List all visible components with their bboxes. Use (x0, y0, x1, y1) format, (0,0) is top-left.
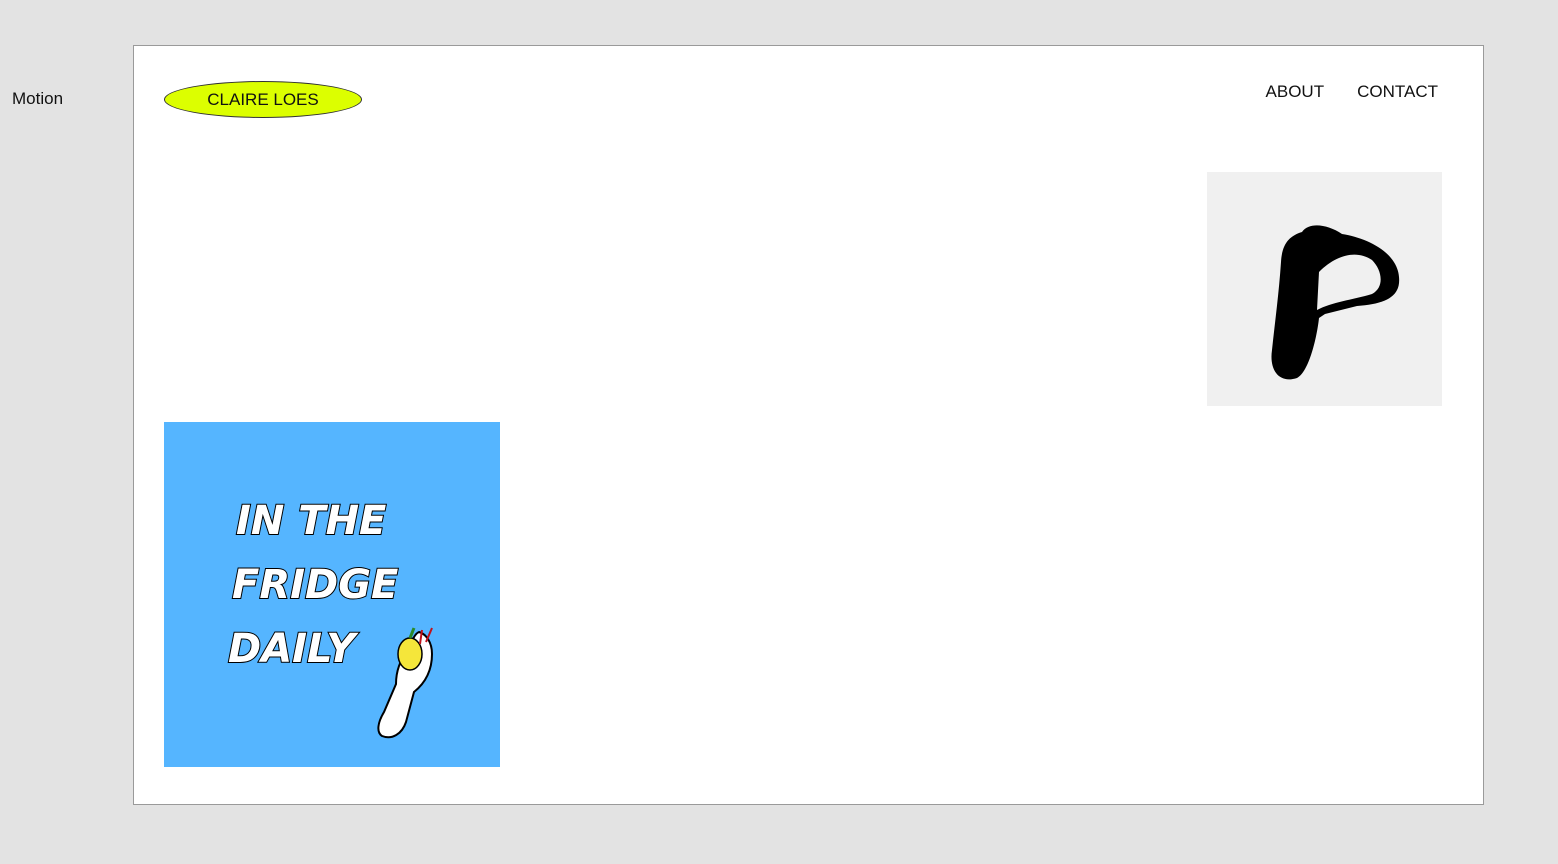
logo-button[interactable]: CLAIRE LOES (164, 81, 362, 118)
svg-text:FRIDGE: FRIDGE (232, 562, 398, 608)
sidebar-label-motion[interactable]: Motion (12, 89, 63, 109)
hand-drawn-p-image (1207, 172, 1442, 406)
project-tile-p[interactable] (1207, 172, 1442, 406)
top-nav: ABOUT CONTACT (1266, 82, 1438, 102)
project-tile-fridge[interactable]: IN THE FRIDGE DAILY (164, 422, 500, 767)
nav-contact-link[interactable]: CONTACT (1357, 82, 1438, 102)
nav-about-link[interactable]: ABOUT (1266, 82, 1325, 102)
site-preview-frame: CLAIRE LOES ABOUT CONTACT IN THE FRIDGE … (133, 45, 1484, 805)
in-the-fridge-daily-image: IN THE FRIDGE DAILY (164, 422, 500, 767)
svg-text:IN THE: IN THE (236, 498, 386, 544)
svg-text:DAILY: DAILY (228, 626, 359, 672)
